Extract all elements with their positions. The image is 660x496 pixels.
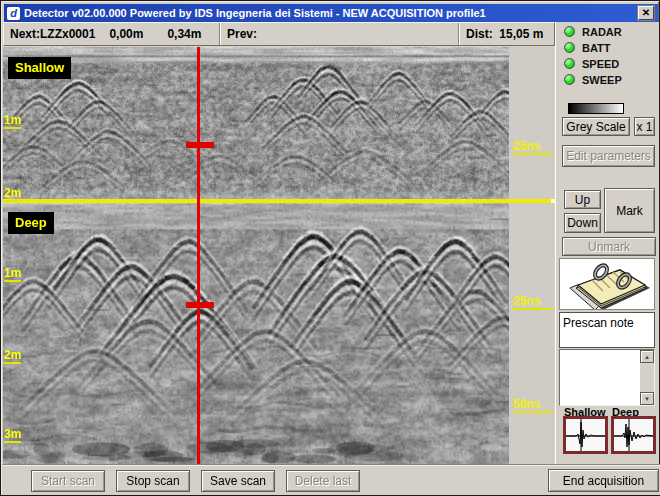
cursor-tick-shallow — [186, 142, 214, 148]
cursor-tick-deep — [186, 302, 214, 308]
dist-section: Dist: 15,05 m — [458, 23, 554, 45]
indicator-radar: RADAR — [564, 25, 622, 38]
next-label: Next:LZZx0001 — [10, 27, 95, 41]
dist-label: Dist: 15,05 m — [466, 27, 543, 41]
down-button[interactable]: Down — [564, 213, 601, 233]
speed-led-label: SPEED — [582, 58, 619, 70]
scrollbar[interactable]: ▲ ▼ — [640, 350, 654, 405]
grey-scale-button[interactable]: Grey Scale — [562, 117, 630, 136]
cursor-line[interactable] — [197, 47, 200, 465]
title-bar: d Detector v02.00.000 Powered by IDS Ing… — [4, 4, 658, 22]
indicator-speed: SPEED — [564, 57, 619, 70]
info-bar: Next:LZZx0001 0,00m 0,34m Prev: Dist: 15,0… — [3, 22, 555, 46]
shallow-waveform-thumb[interactable] — [563, 416, 608, 454]
zoom-x1-button[interactable]: x 1 — [634, 117, 655, 136]
indicator-batt: BATT — [564, 41, 611, 54]
panel-divider-line — [3, 199, 551, 203]
depth-mark: 3m — [4, 428, 21, 443]
edit-parameters-button[interactable]: Edit parameters — [562, 145, 655, 167]
prescan-note-box[interactable]: Prescan note — [559, 312, 655, 348]
deep-waveform-thumb[interactable] — [611, 416, 656, 454]
next-value: 0,00m — [109, 27, 143, 41]
start-scan-button[interactable]: Start scan — [31, 470, 105, 492]
sweep-led-label: SWEEP — [582, 74, 622, 86]
up-button[interactable]: Up — [564, 190, 601, 209]
stop-scan-button[interactable]: Stop scan — [116, 470, 190, 492]
bottom-bar: Start scan Stop scan Save scan Delete la… — [2, 465, 660, 495]
time-mark: 50ns — [513, 398, 553, 413]
deep-waveform-icon — [614, 419, 653, 451]
app-window: d Detector v02.00.000 Powered by IDS Ing… — [0, 0, 660, 496]
next-value2: 0,34m — [167, 27, 201, 41]
close-icon[interactable]: ✕ — [638, 6, 654, 20]
depth-mark: 2m — [4, 187, 21, 202]
depth-mark: 1m — [4, 114, 21, 129]
speed-led-icon — [564, 58, 575, 69]
time-mark: 25ns — [513, 295, 553, 310]
depth-mark: 1m — [4, 267, 21, 282]
app-icon: d — [7, 7, 20, 20]
sidebar: RADAR BATT SPEED SWEEP Grey Scale x 1 Ed… — [555, 22, 659, 465]
batt-led-icon — [564, 42, 575, 53]
prescan-note-panel[interactable] — [559, 258, 655, 310]
shallow-panel-label: Shallow — [8, 57, 71, 79]
window-title: Detector v02.00.000 Powered by IDS Ingeg… — [24, 7, 486, 19]
deep-panel-label: Deep — [8, 212, 54, 234]
save-scan-button[interactable]: Save scan — [201, 470, 275, 492]
depth-mark: 2m — [4, 349, 21, 364]
scroll-down-icon[interactable]: ▼ — [640, 392, 654, 405]
radargram-canvas[interactable] — [3, 47, 509, 465]
indicator-sweep: SWEEP — [564, 73, 622, 86]
radar-display: Shallow Deep 1m 2m 1m 2m 3m 25ns 25ns 50… — [3, 47, 554, 465]
time-mark: 25ns — [513, 140, 553, 155]
prev-label: Prev: — [227, 27, 257, 41]
unmark-button[interactable]: Unmark — [562, 237, 656, 256]
radar-led-label: RADAR — [582, 26, 622, 38]
mark-button[interactable]: Mark — [604, 188, 655, 233]
greyscale-gradient-bar — [568, 103, 624, 114]
end-acquisition-button[interactable]: End acquisition — [548, 469, 659, 492]
note-list-box[interactable]: ▲ ▼ — [559, 349, 655, 406]
next-section: Next:LZZx0001 0,00m 0,34m — [4, 23, 219, 45]
scroll-up-icon[interactable]: ▲ — [640, 350, 654, 363]
notebook-icon — [560, 259, 654, 309]
shallow-waveform-icon — [566, 419, 605, 451]
batt-led-label: BATT — [582, 42, 611, 54]
radar-led-icon — [564, 26, 575, 37]
delete-last-button[interactable]: Delete last — [286, 470, 360, 492]
prev-section: Prev: — [219, 23, 458, 45]
sweep-led-icon — [564, 74, 575, 85]
